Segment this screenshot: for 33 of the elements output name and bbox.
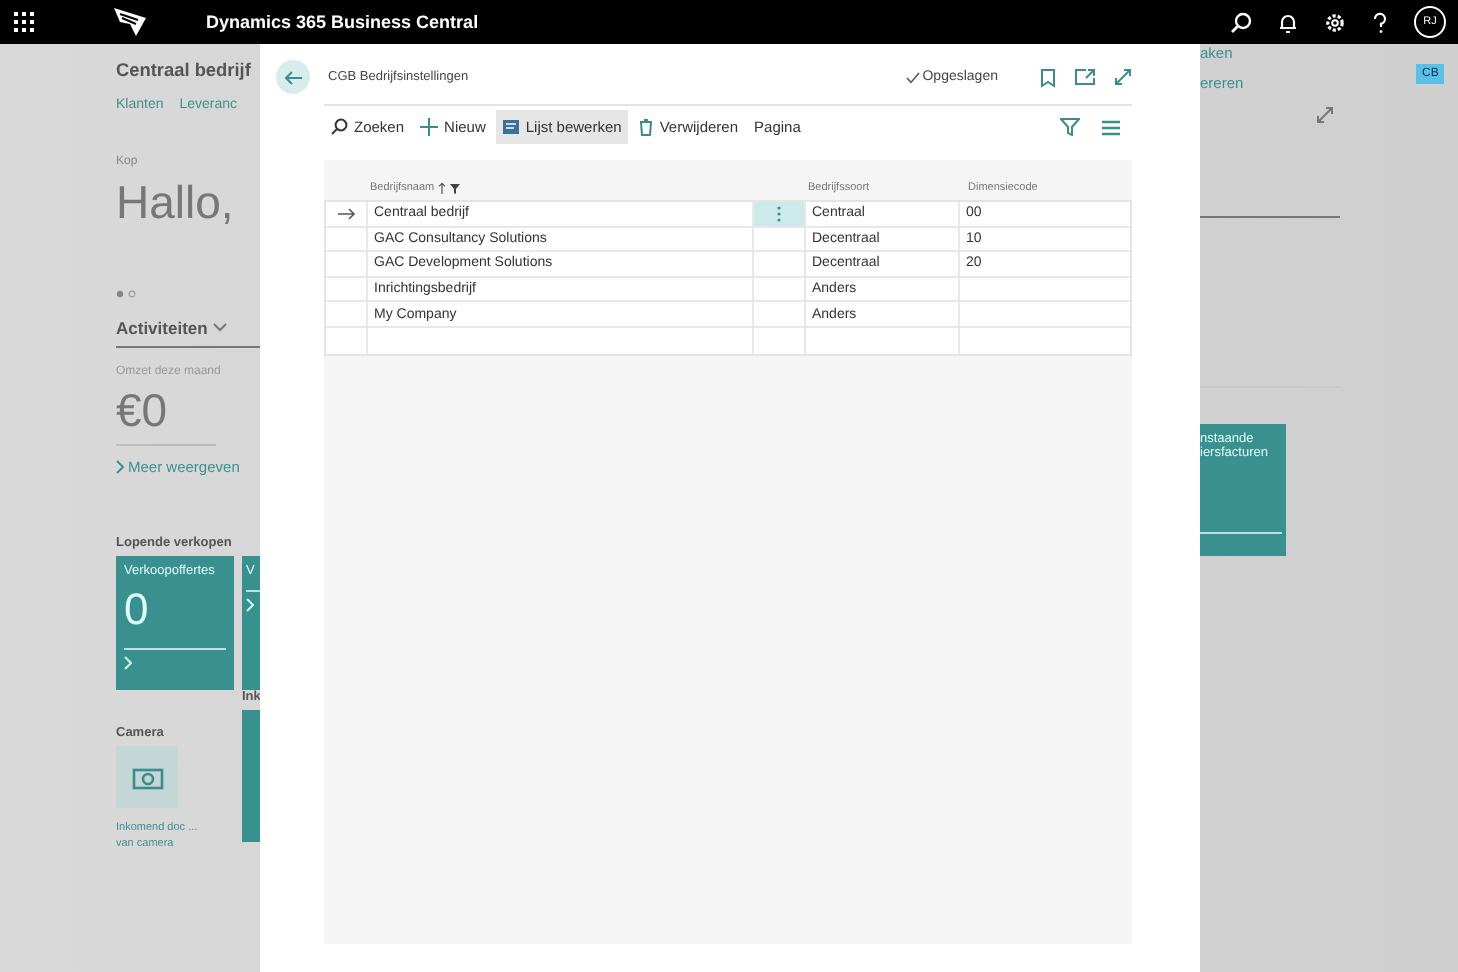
company-name: Centraal bedrijf: [116, 60, 251, 80]
sort-ascending-icon: [438, 182, 447, 194]
plus-icon: [420, 118, 439, 136]
edit-list-icon: [501, 118, 520, 136]
product-name: Dynamics 365 Business Central: [206, 12, 479, 32]
arrow-right-icon: [337, 207, 355, 220]
list-view-icon[interactable]: [1102, 119, 1120, 135]
bell-icon[interactable]: [1278, 11, 1298, 33]
chevron-down-icon[interactable]: [211, 322, 228, 334]
logo-icon: [112, 6, 148, 38]
camera-icon: [131, 765, 163, 789]
trash-icon: [637, 118, 654, 136]
camera-button[interactable]: [116, 746, 178, 808]
more-options-icon: [776, 205, 782, 222]
expand-icon[interactable]: [1316, 106, 1334, 124]
back-button[interactable]: [276, 60, 310, 94]
app-launcher-icon[interactable]: [14, 12, 34, 32]
search-icon: [330, 118, 348, 136]
back-arrow-icon: [283, 69, 303, 85]
bookmark-icon[interactable]: [1040, 67, 1056, 87]
checkmark-icon: [906, 71, 921, 83]
cue-tile[interactable]: [242, 710, 260, 842]
filter-icon[interactable]: [1060, 118, 1080, 136]
page-dots-icon[interactable]: [116, 290, 140, 298]
settings-icon[interactable]: [1324, 11, 1346, 33]
kpi-value[interactable]: €0: [116, 384, 216, 446]
help-icon[interactable]: [1372, 11, 1388, 33]
filter-icon: [450, 183, 461, 193]
greeting: Hallo,: [116, 176, 234, 230]
open-new-window-icon[interactable]: [1074, 68, 1096, 86]
chevron-right-icon[interactable]: [116, 460, 124, 474]
search-icon[interactable]: [1230, 11, 1252, 33]
expand-icon[interactable]: [1114, 68, 1132, 86]
